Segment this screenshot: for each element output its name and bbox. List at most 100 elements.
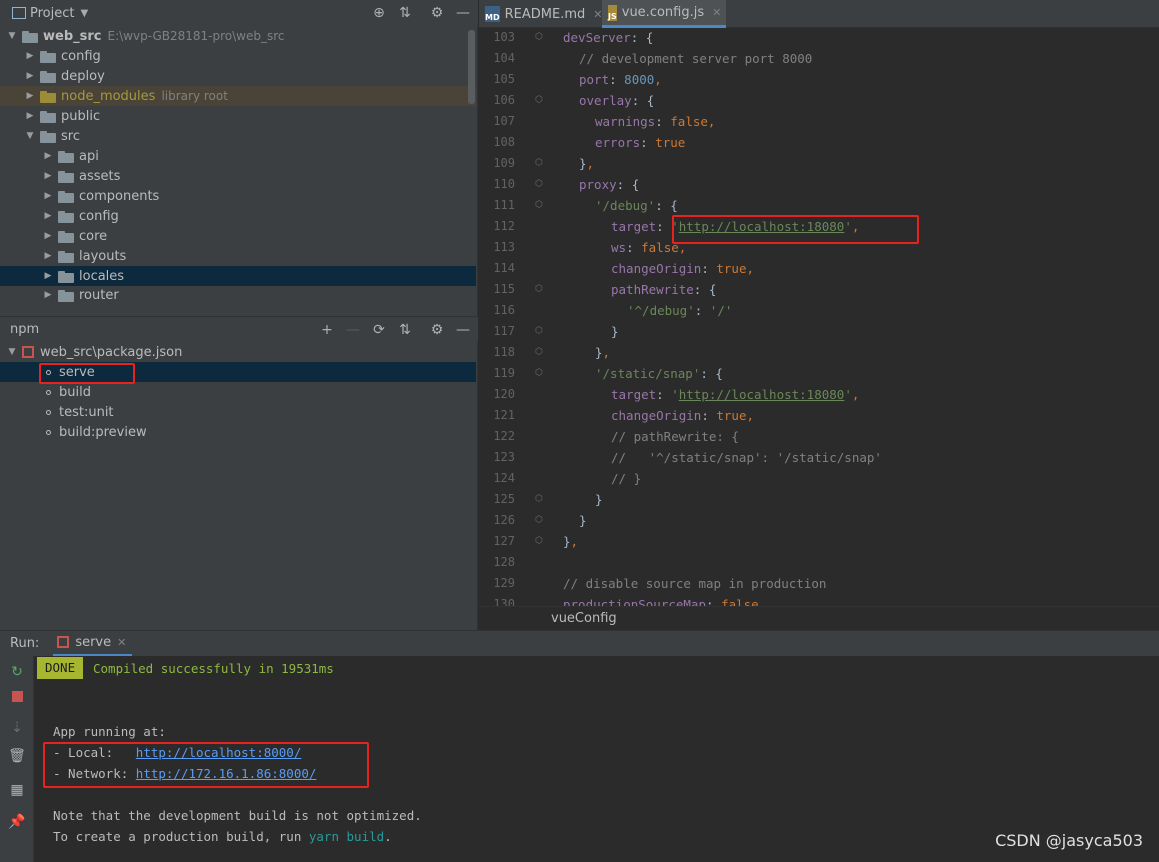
tree-item-config[interactable]: ▶ config xyxy=(0,46,476,66)
chevron-down-icon[interactable]: ▼ xyxy=(6,346,18,358)
code-line: } xyxy=(579,513,587,528)
hide-icon[interactable]: — xyxy=(454,4,472,22)
tree-item-locales[interactable]: ▶ locales xyxy=(0,266,476,286)
npm-script-build[interactable]: build xyxy=(0,382,476,402)
tree-item-config-src[interactable]: ▶ config xyxy=(0,206,476,226)
plus-icon[interactable]: + xyxy=(318,321,336,339)
project-icon xyxy=(12,7,26,19)
fold-marker-icon[interactable]: ⬡ xyxy=(535,158,543,168)
tree-item-layouts[interactable]: ▶ layouts xyxy=(0,246,476,266)
tree-item-label: src xyxy=(61,128,80,144)
line-number: 110 xyxy=(493,177,515,191)
chevron-right-icon[interactable]: ▶ xyxy=(42,170,54,182)
scrollbar[interactable] xyxy=(468,30,475,104)
folder-icon xyxy=(58,210,74,223)
tree-item-node-modules[interactable]: ▶ node_modules library root xyxy=(0,86,476,106)
line-number: 119 xyxy=(493,366,515,380)
chevron-down-icon[interactable]: ▼ xyxy=(24,130,36,142)
folder-icon xyxy=(58,250,74,263)
collapse-all-icon[interactable]: ⇅ xyxy=(396,321,414,339)
locate-icon[interactable]: ⊕ xyxy=(370,4,388,22)
tree-item-public[interactable]: ▶ public xyxy=(0,106,476,126)
line-number: 108 xyxy=(493,135,515,149)
fold-marker-icon[interactable]: ⬡ xyxy=(535,200,543,210)
chevron-right-icon[interactable]: ▶ xyxy=(24,90,36,102)
collapse-all-icon[interactable]: ⇅ xyxy=(396,4,414,22)
chevron-right-icon[interactable]: ▶ xyxy=(42,289,54,301)
chevron-right-icon[interactable]: ▶ xyxy=(42,250,54,262)
run-tab-serve[interactable]: serve ✕ xyxy=(53,631,133,657)
code-line: // pathRewrite: { xyxy=(611,429,739,444)
tree-item-deploy[interactable]: ▶ deploy xyxy=(0,66,476,86)
breadcrumb[interactable]: vueConfig xyxy=(479,606,1159,630)
minus-icon[interactable]: — xyxy=(344,321,362,339)
tree-item-components[interactable]: ▶ components xyxy=(0,186,476,206)
refresh-icon[interactable]: ⟳ xyxy=(370,321,388,339)
stop-icon[interactable] xyxy=(9,688,25,704)
npm-script-label: build:preview xyxy=(59,424,147,440)
tree-root[interactable]: ▼ web_src E:\wvp-GB28181-pro\web_src xyxy=(0,26,476,46)
tree-item-api[interactable]: ▶ api xyxy=(0,146,476,166)
editor-tabs: MD README.md ✕ JS vue.config.js ✕ xyxy=(479,0,1159,28)
chevron-right-icon[interactable]: ▶ xyxy=(24,70,36,82)
tab-readme[interactable]: MD README.md ✕ xyxy=(479,0,602,28)
project-title[interactable]: Project xyxy=(30,6,74,21)
fold-marker-icon[interactable]: ⬡ xyxy=(535,32,543,42)
pin-icon[interactable]: 📌 xyxy=(8,814,25,830)
code-line: } xyxy=(611,324,619,339)
line-number: 126 xyxy=(493,513,515,527)
chevron-right-icon[interactable]: ▶ xyxy=(42,150,54,162)
chevron-right-icon[interactable]: ▶ xyxy=(24,50,36,62)
chevron-right-icon[interactable]: ▶ xyxy=(42,270,54,282)
run-console[interactable]: ↻ ⇣ 🗑 ▦ 📌 DONE Compiled successfully in … xyxy=(0,656,1159,862)
npm-script-test-unit[interactable]: test:unit xyxy=(0,402,476,422)
code-line: }, xyxy=(579,156,595,171)
gear-icon[interactable]: ⚙ xyxy=(428,4,446,22)
scroll-end-icon[interactable]: ⇣ xyxy=(9,720,25,736)
hide-icon[interactable]: — xyxy=(454,321,472,339)
tree-item-src[interactable]: ▼ src xyxy=(0,126,476,146)
tree-item-label: assets xyxy=(79,168,121,184)
npm-header: npm + — ⟳ ⇅ ⚙ — xyxy=(0,316,478,342)
fold-marker-icon[interactable]: ⬡ xyxy=(535,515,543,525)
fold-marker-icon[interactable]: ⬡ xyxy=(535,536,543,546)
chevron-down-icon[interactable]: ▼ xyxy=(80,8,88,19)
code-editor[interactable]: 103 ⬡ devServer: {104 // development server… xyxy=(479,28,1159,606)
fold-marker-icon[interactable]: ⬡ xyxy=(535,284,543,294)
chevron-right-icon[interactable]: ▶ xyxy=(42,210,54,222)
fold-marker-icon[interactable]: ⬡ xyxy=(535,494,543,504)
tree-item-router[interactable]: ▶ router xyxy=(0,286,476,304)
chevron-down-icon[interactable]: ▼ xyxy=(6,30,18,42)
fold-marker-icon[interactable]: ⬡ xyxy=(535,326,543,336)
chevron-right-icon[interactable]: ▶ xyxy=(42,190,54,202)
tab-vue-config[interactable]: JS vue.config.js ✕ xyxy=(602,0,726,28)
close-icon[interactable]: ✕ xyxy=(117,636,126,649)
chevron-right-icon[interactable]: ▶ xyxy=(42,230,54,242)
npm-script-label: test:unit xyxy=(59,404,114,420)
tree-item-core[interactable]: ▶ core xyxy=(0,226,476,246)
folder-icon xyxy=(58,170,74,183)
tree-item-assets[interactable]: ▶ assets xyxy=(0,166,476,186)
npm-script-build-preview[interactable]: build:preview xyxy=(0,422,476,442)
gear-icon[interactable]: ⚙ xyxy=(428,321,446,339)
fold-marker-icon[interactable]: ⬡ xyxy=(535,368,543,378)
library-root-label: library root xyxy=(161,89,228,103)
npm-package[interactable]: ▼ web_src\package.json xyxy=(0,342,476,362)
fold-marker-icon[interactable]: ⬡ xyxy=(535,95,543,105)
folder-icon xyxy=(40,70,56,83)
trash-icon[interactable]: 🗑 xyxy=(8,748,26,764)
folder-icon xyxy=(40,130,56,143)
chevron-right-icon[interactable]: ▶ xyxy=(24,110,36,122)
done-badge: DONE xyxy=(37,657,84,679)
tree-root-label: web_src xyxy=(43,28,102,44)
fold-marker-icon[interactable]: ⬡ xyxy=(535,179,543,189)
line-number: 104 xyxy=(493,51,515,65)
code-line: '/debug': { xyxy=(595,198,678,213)
fold-marker-icon[interactable]: ⬡ xyxy=(535,347,543,357)
line-number: 127 xyxy=(493,534,515,548)
rerun-icon[interactable]: ↻ xyxy=(9,664,25,680)
npm-package-label: web_src\package.json xyxy=(40,344,183,360)
close-icon[interactable]: ✕ xyxy=(712,6,721,19)
layout-icon[interactable]: ▦ xyxy=(9,782,25,798)
tree-item-label: config xyxy=(61,48,101,64)
